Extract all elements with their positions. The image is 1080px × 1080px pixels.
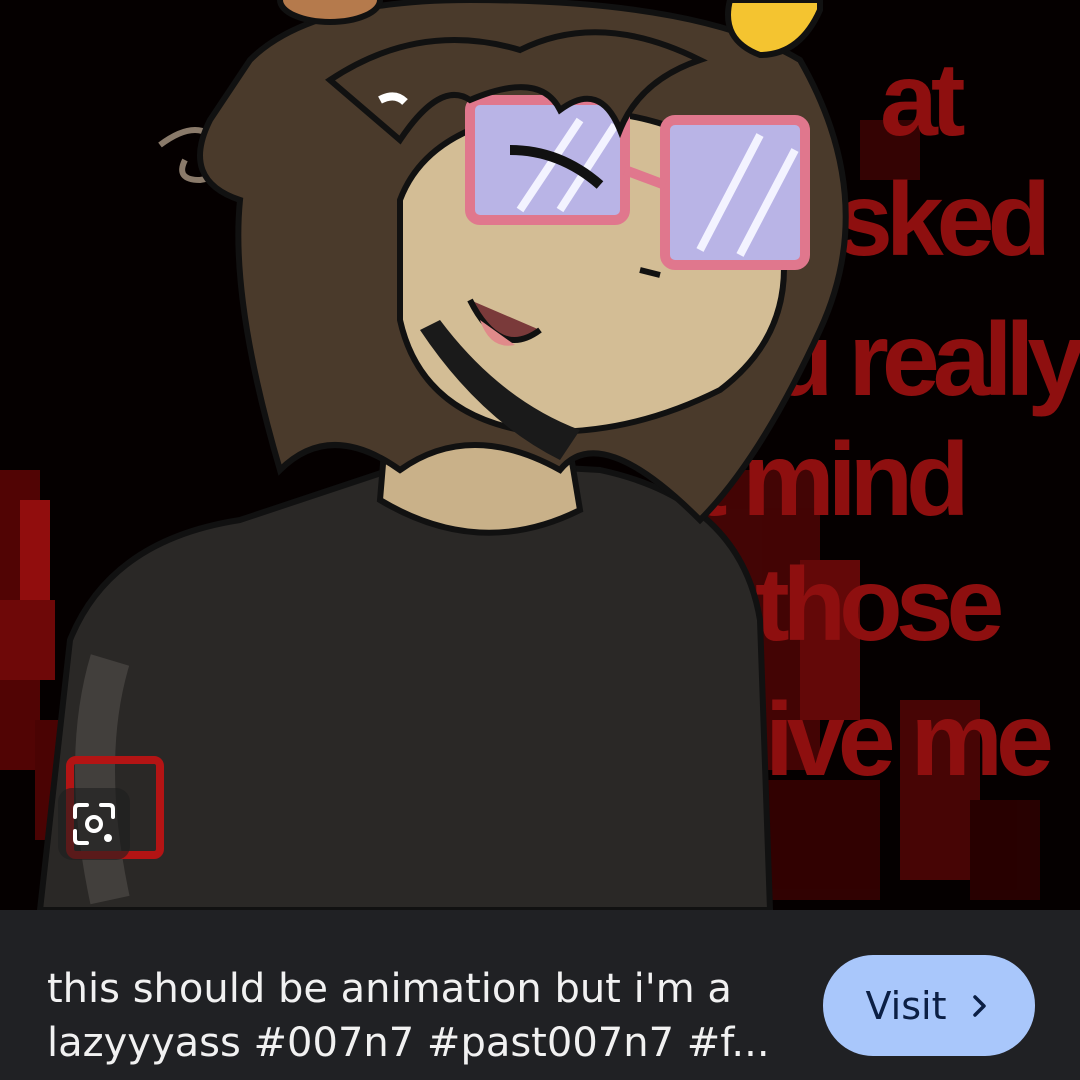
result-image[interactable]: at sked u really 't mind those ive me (0, 0, 1080, 910)
visit-label: Visit (865, 983, 947, 1028)
visit-button[interactable]: Visit (823, 955, 1035, 1056)
svg-text:ive me: ive me (765, 682, 1051, 798)
chevron-right-icon (973, 994, 987, 1017)
svg-text:at: at (880, 42, 965, 158)
result-caption[interactable]: this should be animation but i'm a lazyy… (47, 962, 787, 1070)
lens-search-icon (73, 803, 115, 845)
svg-text:sked: sked (835, 162, 1045, 278)
lens-search-button[interactable] (58, 788, 130, 860)
character-illustration: at sked u really 't mind those ive me (0, 0, 1080, 910)
svg-text:those: those (755, 547, 1002, 663)
